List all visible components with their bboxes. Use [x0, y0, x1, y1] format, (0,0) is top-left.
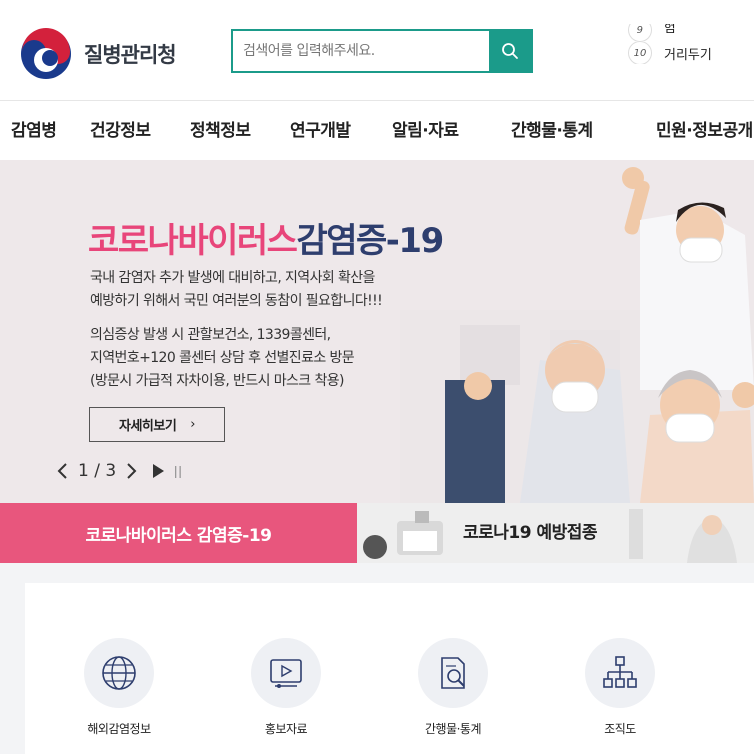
banner-desc-line: 지역번호+120 콜센터 상담 후 선별진료소 방문 [90, 350, 355, 366]
prev-slide-button[interactable] [52, 458, 72, 484]
trending-text: 거리두기 [664, 47, 712, 63]
pause-button[interactable] [168, 458, 188, 484]
trending-text: 치과의사국가시험 [663, 24, 676, 36]
main-nav: 감염병 건강정보 정책정보 연구개발 알림·자료 간행물·통계 민원·정보공개 [0, 100, 754, 160]
quick-item-promotion[interactable]: 홍보자료 [226, 638, 346, 737]
monitor-icon [270, 659, 302, 688]
cheering-people-illustration [400, 167, 754, 503]
quick-item-label: 홍보자료 [264, 722, 308, 736]
taegeuk-logo-icon [21, 28, 71, 79]
banner-title: 코로나바이러스감염증-19 [88, 213, 444, 262]
detail-button-label: 자세히보기 [118, 419, 177, 434]
quick-item-label: 조직도 [604, 722, 636, 736]
document-search-icon [441, 657, 465, 689]
org-chart-icon [603, 656, 637, 688]
trending-item[interactable]: 10 거리두기 [628, 42, 754, 64]
nav-item-research[interactable]: 연구개발 [290, 101, 351, 161]
covid-info-label: 코로나바이러스 감염증-19 [85, 525, 272, 546]
play-icon [153, 464, 165, 478]
nav-item-health-info[interactable]: 건강정보 [90, 101, 151, 161]
banner-title-pink: 코로나바이러스 [88, 221, 298, 261]
quick-item-circle [251, 638, 321, 708]
banner-desc-line: (방문시 가급적 자차이용, 반드시 마스크 착용) [90, 373, 344, 389]
main-banner: 코로나바이러스감염증-19 국내 감염자 추가 발생에 대비하고, 지역사회 확… [0, 160, 754, 503]
detail-button[interactable]: 자세히보기 › [89, 407, 225, 442]
trending-keywords: 9 치과의사국가시험 10 거리두기 [628, 24, 754, 64]
search-box [231, 29, 533, 73]
nav-item-policy-info[interactable]: 정책정보 [190, 101, 251, 161]
slider-controls: 1 / 3 [52, 458, 188, 484]
quick-item-overseas-infection[interactable]: 해외감염정보 [59, 638, 179, 737]
quick-item-circle [418, 638, 488, 708]
banner-title-navy: 감염증-19 [296, 221, 444, 261]
header: 질병관리청 9 치과의사국가시험 10 거리두기 [0, 0, 754, 100]
chevron-right-icon [127, 463, 137, 479]
logo-text: 질병관리청 [84, 43, 177, 67]
search-icon [502, 43, 518, 59]
pause-icon [175, 466, 181, 478]
vaccine-banner-label: 코로나19 예방접종 [463, 523, 598, 543]
covid-info-banner[interactable]: 코로나바이러스 감염증-19 [0, 503, 357, 563]
banner-desc-line: 의심증상 발생 시 관할보건소, 1339콜센터, [90, 327, 331, 343]
quick-menu: 해외감염정보 홍보자료 간행물·통계 조직도 [25, 583, 754, 754]
quick-item-label: 해외감염정보 [87, 722, 151, 736]
banner-desc-line: 국내 감염자 추가 발생에 대비하고, 지역사회 확산을 [90, 270, 375, 286]
nav-item-infectious-disease[interactable]: 감염병 [11, 101, 57, 161]
quick-item-label: 간행물·통계 [424, 722, 482, 736]
page: 질병관리청 9 치과의사국가시험 10 거리두기 감염병 건강정보 [0, 0, 754, 754]
search-button[interactable] [489, 31, 531, 71]
play-button[interactable] [148, 458, 168, 484]
quick-item-circle [585, 638, 655, 708]
globe-icon [102, 656, 136, 690]
quick-item-publications[interactable]: 간행물·통계 [393, 638, 513, 737]
quick-item-circle [84, 638, 154, 708]
slide-pager: 1 / 3 [78, 461, 117, 481]
nav-item-civil-service[interactable]: 민원·정보공개 [656, 101, 753, 161]
banner-desc-line: 예방하기 위해서 국민 여러분의 동참이 필요합니다!!! [90, 293, 383, 309]
chevron-right-icon: › [190, 417, 195, 432]
quick-item-org-chart[interactable]: 조직도 [560, 638, 680, 737]
chevron-left-icon [57, 463, 67, 479]
search-input[interactable] [233, 31, 489, 71]
next-slide-button[interactable] [122, 458, 142, 484]
trending-item[interactable]: 9 치과의사국가시험 [628, 24, 754, 42]
logo[interactable]: 질병관리청 [20, 28, 177, 80]
nav-item-notice[interactable]: 알림·자료 [392, 101, 459, 161]
trending-rank: 9 [628, 24, 652, 42]
nav-item-publications[interactable]: 간행물·통계 [511, 101, 593, 161]
vaccine-banner[interactable]: 코로나19 예방접종 [357, 503, 754, 563]
trending-rank: 10 [628, 42, 652, 64]
